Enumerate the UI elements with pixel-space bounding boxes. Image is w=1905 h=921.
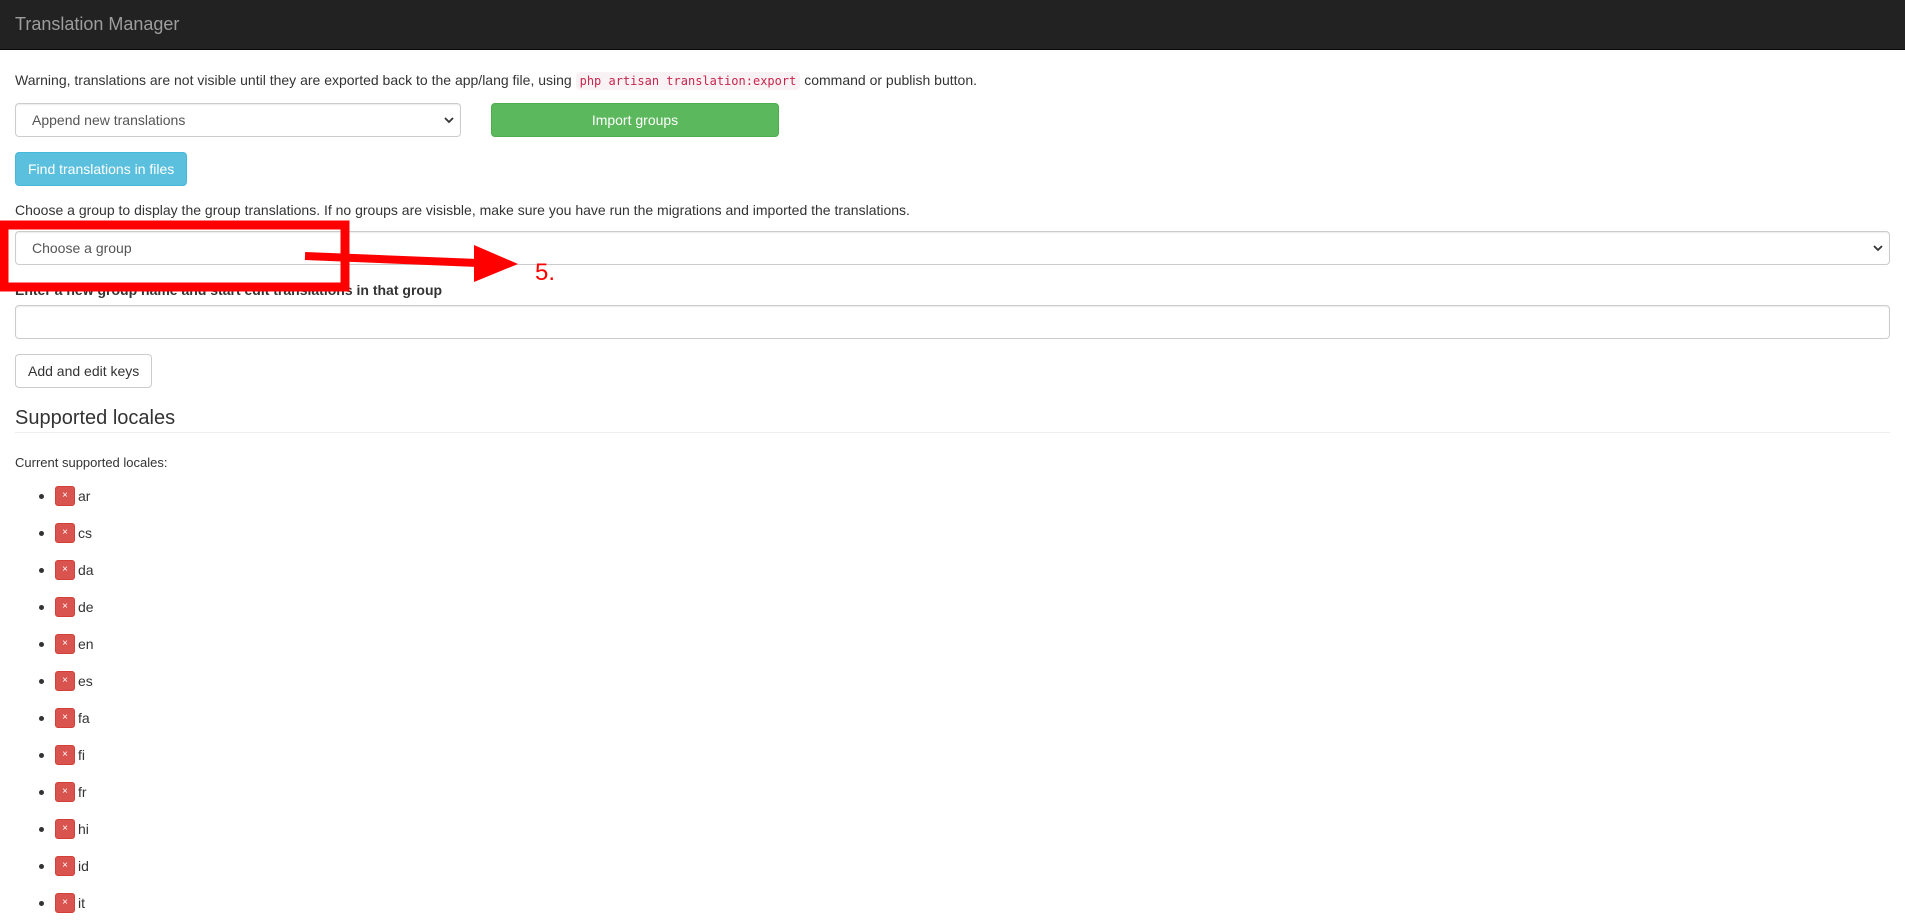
export-warning: Warning, translations are not visible un… <box>15 70 977 91</box>
bullet-icon <box>39 827 44 832</box>
supported-locales-heading: Supported locales <box>15 407 176 429</box>
locale-code: de <box>78 599 94 615</box>
remove-locale-button[interactable]: × <box>55 486 75 506</box>
locale-code: id <box>78 858 89 874</box>
chevron-down-icon <box>442 104 456 136</box>
add-and-edit-keys-button[interactable]: Add and edit keys <box>15 354 153 388</box>
locale-code: fa <box>78 710 90 726</box>
bullet-icon <box>39 864 44 869</box>
locale-code: fi <box>78 747 85 763</box>
new-group-label: Enter a new group name and start edit tr… <box>15 282 443 298</box>
navbar: Translation Manager <box>0 0 1905 50</box>
locale-code: en <box>78 636 94 652</box>
bullet-icon <box>39 901 44 906</box>
locale-code: ar <box>78 488 91 504</box>
locale-code: fr <box>78 784 87 800</box>
import-mode-select[interactable]: Append new translations <box>15 103 461 137</box>
remove-locale-button[interactable]: × <box>55 597 75 617</box>
current-locales-label: Current supported locales: <box>15 455 168 470</box>
remove-locale-button[interactable]: × <box>55 893 75 913</box>
remove-locale-button[interactable]: × <box>55 708 75 728</box>
locale-code: hi <box>78 821 89 837</box>
bullet-icon <box>39 568 44 573</box>
export-command-code: php artisan translation:export <box>575 72 801 90</box>
annotation-step-label: 5. <box>535 259 556 286</box>
locale-code: cs <box>78 525 92 541</box>
bullet-icon <box>39 753 44 758</box>
brand-title[interactable]: Translation Manager <box>15 14 179 34</box>
remove-locale-button[interactable]: × <box>55 856 75 876</box>
locale-code: es <box>78 673 93 689</box>
warning-text-after: command or publish button. <box>800 72 977 88</box>
locale-code: it <box>78 895 85 911</box>
remove-locale-button[interactable]: × <box>55 634 75 654</box>
bullet-icon <box>39 790 44 795</box>
bullet-icon <box>39 679 44 684</box>
remove-locale-button[interactable]: × <box>55 745 75 765</box>
group-select-value: Choose a group <box>32 240 132 256</box>
bullet-icon <box>39 494 44 499</box>
group-select[interactable]: Choose a group <box>15 231 1890 265</box>
remove-locale-button[interactable]: × <box>55 819 75 839</box>
chevron-down-icon <box>1871 232 1885 264</box>
locale-code: da <box>78 562 94 578</box>
remove-locale-button[interactable]: × <box>55 671 75 691</box>
find-translations-button[interactable]: Find translations in files <box>15 152 188 186</box>
new-group-input[interactable] <box>15 305 1890 339</box>
remove-locale-button[interactable]: × <box>55 782 75 802</box>
import-groups-button[interactable]: Import groups <box>491 103 779 137</box>
bullet-icon <box>39 642 44 647</box>
warning-text-before: Warning, translations are not visible un… <box>15 72 576 88</box>
remove-locale-button[interactable]: × <box>55 523 75 543</box>
group-instructions: Choose a group to display the group tran… <box>15 202 910 218</box>
bullet-icon <box>39 605 44 610</box>
import-mode-value: Append new translations <box>32 112 186 128</box>
bullet-icon <box>39 531 44 536</box>
remove-locale-button[interactable]: × <box>55 560 75 580</box>
bullet-icon <box>39 716 44 721</box>
divider <box>15 432 1890 433</box>
